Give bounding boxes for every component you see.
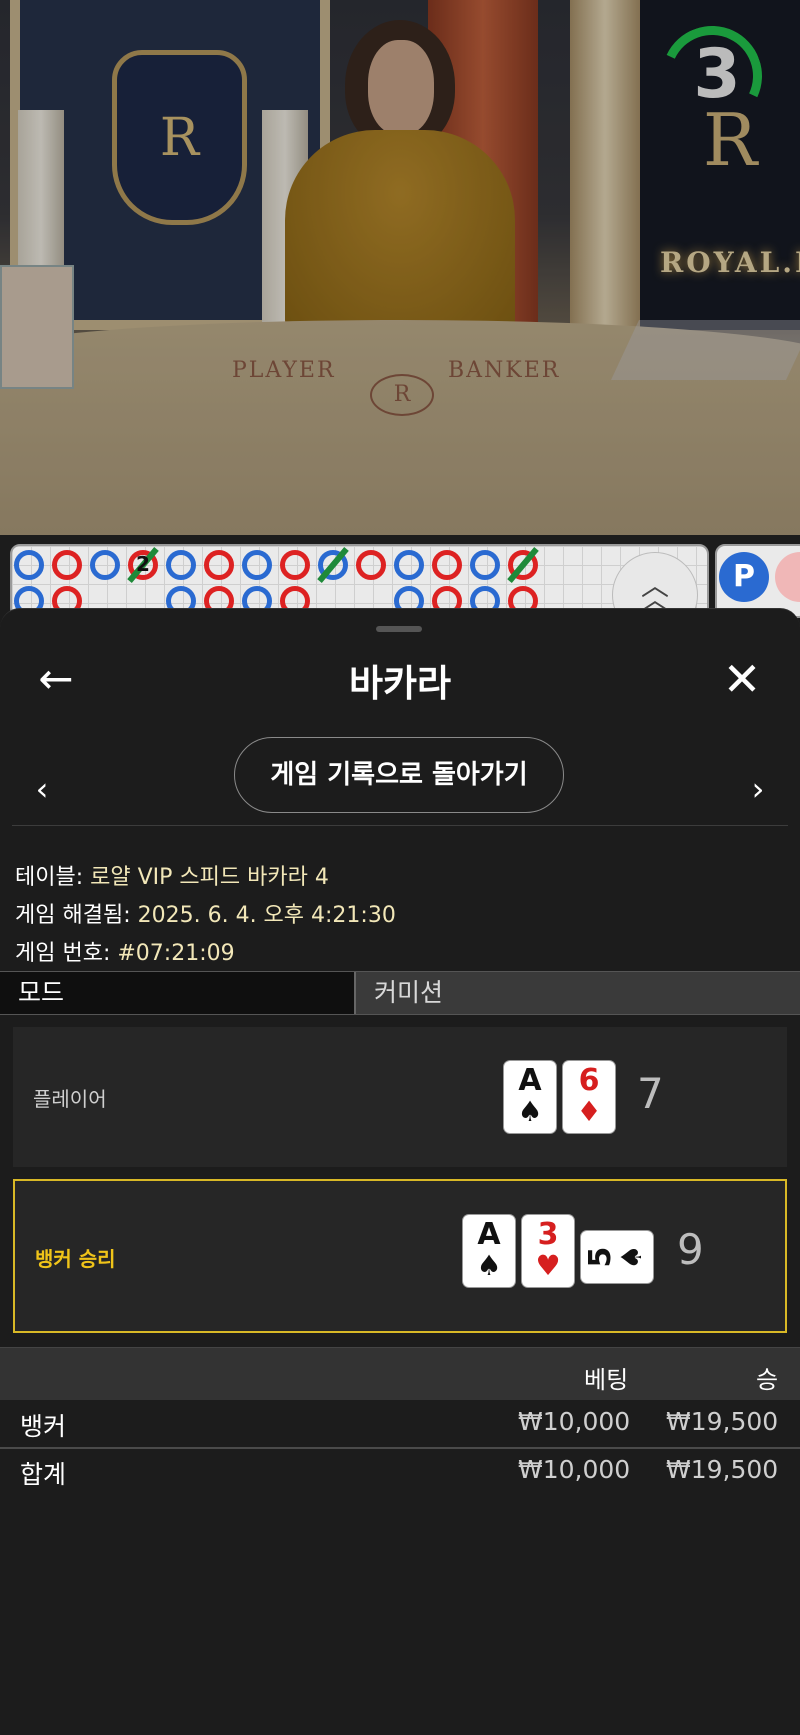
next-game-chevron-icon[interactable]: › xyxy=(738,759,778,819)
game-number-label: 게임 번호: xyxy=(15,941,111,966)
table-row: 뱅커 ₩10,000 ₩19,500 xyxy=(0,1401,800,1447)
win-column-header: 승 xyxy=(756,1366,779,1394)
road-bead-player xyxy=(90,550,120,580)
game-history-sheet: ← 바카라 ✕ ‹ 게임 기록으로 돌아가기 › 테이블: 로얄 VIP 스피드… xyxy=(0,608,800,1735)
player-card-1: A ♠ xyxy=(504,1061,556,1133)
card-rank: 5 xyxy=(583,1246,618,1268)
player-hand-label: 플레이어 xyxy=(33,1087,107,1111)
bet-type-label: 뱅커 xyxy=(20,1412,67,1441)
player-card-2: 6 ♦ xyxy=(563,1061,615,1133)
resolved-info: 게임 해결됨: 2025. 6. 4. 오후 4:21:30 xyxy=(15,897,396,929)
heart-icon: ♥ xyxy=(535,1249,561,1282)
player-hand: 플레이어 A ♠ 6 ♦ 7 xyxy=(13,1027,787,1167)
mode-label: 모드 xyxy=(0,972,354,1014)
resolved-value: 2025. 6. 4. 오후 4:21:30 xyxy=(137,903,396,928)
road-bead-banker xyxy=(280,550,310,580)
road-bead-player xyxy=(14,550,44,580)
table-value: 로얄 VIP 스피드 바카라 4 xyxy=(90,865,329,890)
road-bead-banker xyxy=(52,550,82,580)
road-bead-banker xyxy=(432,550,462,580)
total-win-amount: ₩19,500 xyxy=(666,1455,779,1484)
back-to-game-records-button[interactable]: 게임 기록으로 돌아가기 xyxy=(234,737,564,813)
banker-win-label: 뱅커 승리 xyxy=(35,1247,116,1271)
bets-table-header: 베팅 승 xyxy=(0,1347,800,1400)
card-rank: 6 xyxy=(578,1063,600,1098)
road-bead-player xyxy=(166,550,196,580)
road-bead-banker xyxy=(356,550,386,580)
divider xyxy=(12,825,788,826)
total-label: 합계 xyxy=(20,1460,67,1489)
bead-road[interactable]: 2 xyxy=(10,544,709,618)
diamond-icon: ♦ xyxy=(576,1095,602,1128)
banker-score: 9 xyxy=(677,1225,704,1274)
road-bead-player xyxy=(242,550,272,580)
sheet-drag-handle[interactable] xyxy=(376,626,422,632)
player-score: 7 xyxy=(637,1069,664,1118)
win-amount: ₩19,500 xyxy=(666,1407,779,1436)
bet-column-header: 베팅 xyxy=(584,1366,629,1394)
tie-count: 2 xyxy=(136,552,150,576)
live-video-stream: R R ROYAL.I PLAYER BANKER R 3 xyxy=(0,0,800,535)
countdown-timer: 3 xyxy=(693,35,741,114)
sheet-title: 바카라 xyxy=(348,662,452,705)
game-number-info: 게임 번호: #07:21:09 xyxy=(15,935,235,967)
road-bead-player xyxy=(470,550,500,580)
previous-game-chevron-icon[interactable]: ‹ xyxy=(22,759,62,819)
close-icon[interactable]: ✕ xyxy=(714,651,770,707)
mode-row: 모드 커미션 xyxy=(0,971,800,1015)
total-bet-amount: ₩10,000 xyxy=(518,1455,631,1484)
spade-icon: ♠ xyxy=(476,1249,502,1282)
road-bead-banker xyxy=(204,550,234,580)
mode-value: 커미션 xyxy=(354,972,800,1014)
banker-card-1: A ♠ xyxy=(463,1215,515,1287)
banker-card-3-sideways: 5 ♠ xyxy=(581,1231,653,1283)
bet-amount: ₩10,000 xyxy=(518,1407,631,1436)
road-bead-player xyxy=(394,550,424,580)
resolved-label: 게임 해결됨: xyxy=(15,903,131,928)
game-number-value: #07:21:09 xyxy=(117,941,235,966)
table-label: 테이블: xyxy=(15,865,84,890)
player-predict-button[interactable]: P xyxy=(719,552,769,602)
table-info: 테이블: 로얄 VIP 스피드 바카라 4 xyxy=(15,859,329,891)
banker-hand: 뱅커 승리 A ♠ 3 ♥ 5 ♠ 9 xyxy=(13,1179,787,1333)
banker-card-2: 3 ♥ xyxy=(522,1215,574,1287)
spade-icon: ♠ xyxy=(517,1095,543,1128)
table-row: 합계 ₩10,000 ₩19,500 xyxy=(0,1449,800,1495)
card-rank: 3 xyxy=(537,1217,559,1252)
spade-icon: ♠ xyxy=(615,1244,648,1270)
card-rank: A xyxy=(518,1063,542,1098)
card-rank: A xyxy=(477,1217,501,1252)
